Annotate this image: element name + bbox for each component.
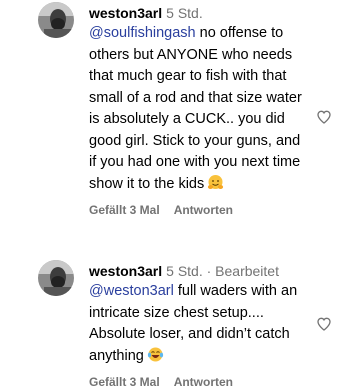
mention-link[interactable]: @soulfishingash [89, 25, 196, 41]
reply-button[interactable]: Antworten [174, 375, 233, 389]
reply-button[interactable]: Antworten [174, 203, 233, 217]
mention-link[interactable]: @weston3arl [89, 283, 174, 299]
comment-text: @soulfishingash no offense to others but… [89, 23, 307, 195]
heart-icon[interactable] [316, 316, 332, 332]
timestamp[interactable]: 5 Std. [166, 5, 203, 21]
likes-count[interactable]: Gefällt 3 Mal [89, 203, 160, 217]
laughing-tears-emoji-icon [147, 346, 164, 363]
timestamp[interactable]: 5 Std. · Bearbeitet [166, 263, 279, 279]
username[interactable]: weston3arl [89, 5, 162, 21]
comment-body: no offense to others but ANYONE who need… [89, 25, 302, 192]
avatar[interactable] [38, 2, 74, 38]
comment-actions: Gefällt 3 Mal Antworten [89, 203, 307, 217]
avatar[interactable] [38, 260, 74, 296]
likes-count[interactable]: Gefällt 3 Mal [89, 375, 160, 389]
comment-text: @weston3arl full waders with an intricat… [89, 281, 307, 367]
username[interactable]: weston3arl [89, 263, 162, 279]
comment-actions: Gefällt 3 Mal Antworten [89, 375, 307, 389]
heart-icon[interactable] [316, 109, 332, 125]
hugging-face-emoji-icon [207, 174, 224, 191]
